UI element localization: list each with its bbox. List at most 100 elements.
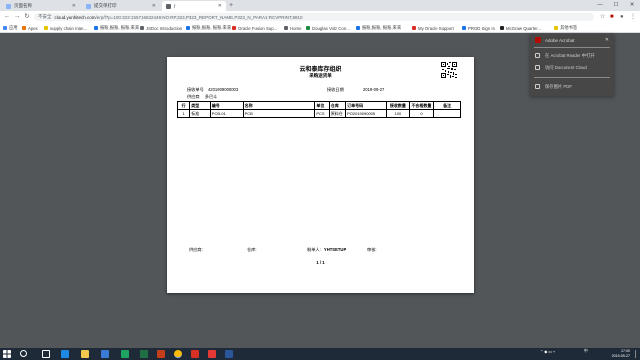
bookmark-mcgraw[interactable]: McGraw Quarter... — [500, 24, 541, 32]
cell-name: PCB — [242, 109, 316, 118]
clock-date: 2019-09-27 — [611, 354, 630, 358]
bookmark-supply-chain[interactable]: supply chain man... — [44, 24, 87, 32]
bookmark-label: JSDoc Introduction — [146, 25, 183, 31]
file-explorer-icon[interactable] — [81, 350, 89, 358]
browser-toolbar: ← → ↻ 不安全 cloud.yunhitech.com /erp/f?p=1… — [0, 11, 640, 23]
table-row: 1 标准 PCB-01 PCB PCS 原料仓 PO2019090005 100… — [176, 109, 461, 118]
menu-icon[interactable]: ⋮ — [630, 13, 636, 21]
excel-icon[interactable] — [140, 350, 148, 358]
acrobat-extension-icon[interactable]: ■ — [610, 13, 614, 21]
tray-icons[interactable]: ⌃ ◆ ▭ ⌁ — [540, 349, 555, 354]
cell-unit: PCS — [314, 109, 330, 118]
open-in-acrobat-item[interactable]: 在 Acrobat Reader 中打开 — [530, 50, 614, 61]
bookmark-oracle-fusion[interactable]: Oracle Fusion Sup... — [232, 24, 277, 32]
close-icon[interactable]: ✕ — [72, 3, 76, 9]
close-window-button[interactable]: ✕ — [624, 0, 640, 11]
tab-1[interactable]: 页面名称 ✕ — [2, 1, 80, 11]
tab-3-active[interactable]: f ✕ — [162, 1, 226, 11]
star-icon[interactable]: ☆ — [600, 13, 605, 21]
bookmark-prod-signin[interactable]: PROD Sign In — [462, 24, 495, 32]
bookmark-1[interactable]: 报账,报账, 报账.来来 — [94, 24, 139, 32]
bookmark-3[interactable]: 报账,报账, 报账.来来 — [356, 24, 401, 32]
bookmark-douglas-volz[interactable]: Douglas Volz Con... — [306, 24, 350, 32]
oracle-icon — [412, 26, 416, 30]
page-icon — [356, 26, 360, 30]
maximize-button[interactable]: ☐ — [608, 0, 624, 11]
page-icon — [500, 26, 504, 30]
acrobat-menu-title: Adobe Acrobat — [545, 37, 575, 43]
creator-value: YHTSETUP — [323, 247, 347, 252]
input-language[interactable]: 中 — [584, 349, 588, 354]
cell-received-qty: 100 — [386, 109, 410, 118]
receipt-date-value: 2019-09-27 — [362, 87, 385, 92]
col-warehouse: 仓库 — [328, 101, 347, 110]
wechat-icon[interactable] — [121, 350, 129, 358]
tab-label: 页面名称 — [14, 3, 32, 8]
not-secure-label[interactable]: 不安全 — [38, 14, 52, 20]
close-icon[interactable]: ✕ — [605, 37, 609, 43]
back-button[interactable]: ← — [2, 12, 12, 22]
cell-rejected-qty: 0 — [408, 109, 435, 118]
bookmark-label: 报账,报账, 报账.来来 — [362, 25, 402, 30]
bookmark-apps[interactable]: 应用 — [3, 24, 18, 32]
page-icon — [6, 3, 11, 9]
bookmark-other[interactable]: 其他书签 — [554, 24, 577, 32]
close-icon[interactable]: ✕ — [218, 3, 222, 9]
menu-item-label: 访问 Document Cloud — [545, 64, 587, 70]
cell-code: PCB-01 — [209, 109, 244, 118]
app-icon[interactable] — [191, 350, 199, 358]
profile-icon[interactable]: ● — [620, 13, 624, 21]
store-icon[interactable] — [101, 350, 109, 358]
system-clock[interactable]: 17:00 2019-09-27 — [612, 349, 630, 359]
menu-item-label: 保存图片 PDF — [545, 83, 572, 89]
word-icon[interactable] — [225, 350, 233, 358]
new-tab-button[interactable]: + — [229, 1, 233, 10]
bookmark-label: PROD Sign In — [468, 25, 495, 31]
bookmark-jsdoc[interactable]: JSDoc Introduction — [140, 24, 182, 32]
supplier-value: 多巴斗 — [204, 94, 218, 99]
cell-warehouse: 原料仓 — [328, 109, 347, 118]
address-bar[interactable]: 不安全 cloud.yunhitech.com /erp/f?p=100:323… — [34, 13, 594, 21]
reload-button[interactable]: ↻ — [22, 12, 32, 22]
cloud-icon — [535, 65, 540, 70]
tab-label: 提交单打印 — [94, 3, 117, 8]
page-icon — [140, 26, 144, 30]
col-name: 名称 — [242, 101, 316, 110]
close-icon[interactable]: ✕ — [152, 3, 156, 9]
bookmark-my-oracle-support[interactable]: My Oracle Support — [412, 24, 454, 32]
col-code: 编号 — [209, 101, 244, 110]
col-unit: 单位 — [314, 101, 330, 110]
acrobat-taskbar-icon[interactable] — [208, 350, 216, 358]
powerpoint-icon[interactable] — [157, 350, 165, 358]
bookmark-label: Apex — [28, 25, 38, 31]
show-desktop-button[interactable] — [635, 350, 638, 358]
minimize-button[interactable]: — — [592, 0, 608, 11]
windows-start-icon[interactable] — [3, 350, 11, 358]
bookmark-label: 应用 — [9, 25, 18, 30]
bookmark-home[interactable]: Home — [284, 24, 301, 32]
oracle-icon — [232, 26, 236, 30]
search-icon[interactable] — [20, 350, 27, 357]
edge-icon[interactable] — [61, 350, 69, 358]
save-pdf-item[interactable]: 保存图片 PDF — [530, 81, 614, 92]
acrobat-menu-header: Adobe Acrobat ✕ — [530, 34, 614, 46]
chrome-icon[interactable] — [174, 350, 182, 358]
receipt-no-value: 4201909000003 — [207, 87, 239, 92]
col-remarks: 备注 — [433, 101, 461, 110]
bookmarks-bar: 应用 Apex supply chain man... 报账,报账, 报账.来来… — [0, 23, 640, 33]
acrobat-extension-menu: Adobe Acrobat ✕ 在 Acrobat Reader 中打开 访问 … — [530, 34, 614, 96]
bookmark-label: McGraw Quarter... — [506, 25, 542, 31]
page-icon — [94, 26, 98, 30]
creator: 制单人: YHTSETUP — [307, 247, 346, 253]
forward-button[interactable]: → — [12, 12, 22, 22]
bookmark-apex[interactable]: Apex — [22, 24, 38, 32]
menu-item-label: 在 Acrobat Reader 中打开 — [545, 52, 595, 58]
document-cloud-item[interactable]: 访问 Document Cloud — [530, 62, 614, 73]
supplier-signature: 供应商: — [189, 247, 203, 252]
task-view-icon[interactable] — [42, 350, 50, 358]
tab-2[interactable]: 提交单打印 ✕ — [82, 1, 160, 11]
acrobat-reader-icon — [535, 53, 540, 58]
bookmark-2[interactable]: 报账,报账, 报账.来来 — [186, 24, 231, 32]
reviewer-signature: 审核: — [367, 247, 377, 252]
folder-icon — [44, 26, 48, 30]
